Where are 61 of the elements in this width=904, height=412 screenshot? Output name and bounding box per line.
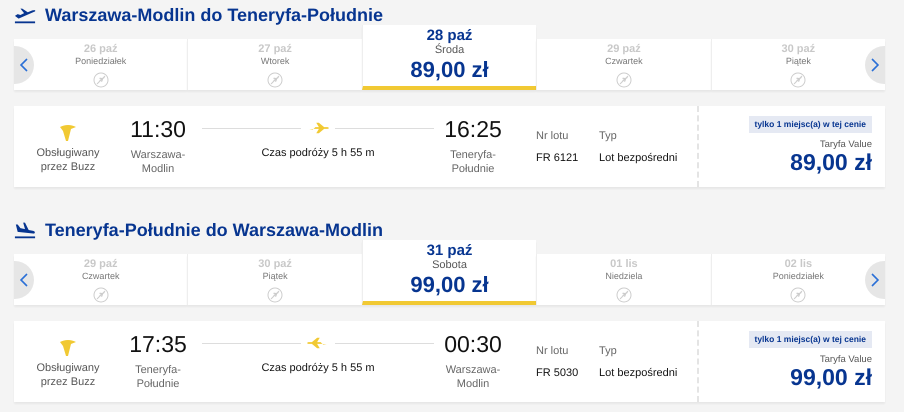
fare-label: Taryfa Value [820, 354, 872, 365]
departure-time: 11:30 [130, 116, 186, 142]
tab-weekday: Czwartek [605, 56, 643, 67]
no-flight-icon [267, 72, 284, 88]
tab-weekday: Niedziela [605, 271, 642, 282]
no-flight-icon [790, 72, 806, 88]
departure-airport: Teneryfa-Południe [134, 363, 182, 391]
flight-number: FR 5030 [536, 366, 580, 380]
tab-weekday: Piątek [262, 271, 288, 282]
operator-label: Obsługiwany przez Buzz [36, 361, 100, 389]
tab-weekday: Sobota [432, 259, 467, 272]
plane-icon [307, 121, 329, 135]
no-flight-icon [616, 287, 632, 303]
date-tab[interactable]: 31 paź Sobota 99,00 zł [362, 240, 536, 305]
flight-number-label: Nr lotu [536, 344, 570, 358]
flight-type-label: Typ [599, 129, 618, 143]
plane-icon [307, 336, 329, 350]
tab-weekday: Środa [434, 44, 464, 57]
flight-number-label: Nr lotu [536, 129, 570, 143]
fare-label: Taryfa Value [820, 138, 872, 150]
travel-duration: Czas podróży 5 h 55 m [261, 361, 375, 376]
seats-left-badge: tylko 1 miejsc(a) w tej cenie [748, 331, 872, 348]
flight-type-label: Typ [599, 344, 618, 358]
arrival-airport: Warszawa-Modlin [444, 363, 502, 391]
harp-logo-icon [59, 339, 77, 357]
tab-weekday: Wtorek [260, 56, 290, 67]
section-title: Warszawa-Modlin do Teneryfa-Południe [45, 5, 384, 25]
departure-airport: Warszawa-Modlin [130, 148, 186, 176]
arrival-time: 16:25 [444, 116, 502, 142]
section-title: Teneryfa-Południe do Warszawa-Modlin [45, 220, 384, 240]
arrival-time: 00:30 [444, 331, 502, 357]
flight-number: FR 6121 [536, 151, 580, 165]
tab-date: 31 paź [426, 243, 472, 259]
chevron-left-icon [20, 273, 28, 287]
travel-duration: Czas podróży 5 h 55 m [261, 146, 375, 161]
flight-type: Lot bezpośredni [599, 366, 678, 380]
chevron-left-icon [20, 58, 28, 72]
fare-price: 99,00 zł [790, 364, 872, 389]
chevron-right-icon [871, 58, 879, 72]
arrival-airport: Teneryfa-Południe [449, 148, 497, 176]
harp-logo-icon [59, 124, 77, 142]
tab-date: 28 paź [426, 28, 472, 44]
no-flight-icon [92, 72, 109, 88]
date-tab[interactable]: 28 paź Środa 89,00 zł [362, 25, 536, 90]
operator-label: Obsługiwany przez Buzz [36, 146, 100, 174]
tab-weekday: Czwartek [82, 271, 120, 282]
tab-price: 99,00 zł [410, 272, 489, 298]
tab-weekday: Piątek [786, 56, 811, 67]
departure-time: 17:35 [129, 331, 187, 357]
chevron-right-icon [871, 273, 879, 287]
fare-price: 89,00 zł [790, 150, 872, 174]
seats-left-badge: tylko 1 miejsc(a) w tej cenie [748, 116, 872, 133]
tab-price: 89,00 zł [410, 57, 489, 83]
no-flight-icon [267, 287, 284, 303]
no-flight-icon [616, 72, 632, 88]
tab-weekday: Poniedziałek [75, 56, 126, 67]
no-flight-icon [790, 287, 806, 303]
no-flight-icon [92, 287, 109, 303]
plane-landing-icon [14, 220, 36, 240]
tab-weekday: Poniedziałek [772, 271, 824, 282]
flight-type: Lot bezpośredni [599, 151, 678, 165]
